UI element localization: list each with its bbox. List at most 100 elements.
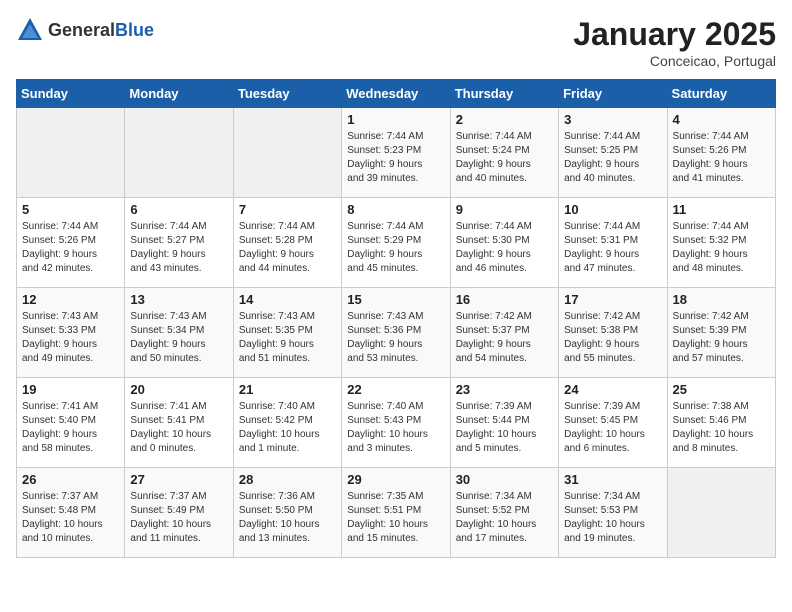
- calendar-cell: 31 Sunrise: 7:34 AM Sunset: 5:53 PM Dayli…: [559, 468, 667, 558]
- day-number: 23: [456, 382, 553, 397]
- header-day-tuesday: Tuesday: [233, 80, 341, 108]
- header-day-friday: Friday: [559, 80, 667, 108]
- day-info: Sunrise: 7:44 AM Sunset: 5:30 PM Dayligh…: [456, 220, 553, 276]
- calendar-cell: 3Sunrise: 7:44 AM Sunset: 5:25 PM Daylig…: [559, 108, 667, 198]
- day-number: 16: [456, 292, 553, 307]
- week-row-2: 5 Sunrise: 7:44 AM Sunset: 5:26 PM Daylig…: [17, 198, 776, 288]
- calendar-cell: 18Sunrise: 7:42 AM Sunset: 5:39 PM Dayli…: [667, 288, 775, 378]
- calendar-cell: 19 Sunrise: 7:41 AM Sunset: 5:40 PM Dayli…: [17, 378, 125, 468]
- header-day-wednesday: Wednesday: [342, 80, 450, 108]
- day-info: Sunrise: 7:40 AM Sunset: 5:42 PM Dayligh…: [239, 400, 336, 456]
- calendar-header: SundayMondayTuesdayWednesdayThursdayFrid…: [17, 80, 776, 108]
- calendar-cell: [125, 108, 233, 198]
- calendar-cell: 5 Sunrise: 7:44 AM Sunset: 5:26 PM Daylig…: [17, 198, 125, 288]
- day-number: 4: [673, 112, 770, 127]
- calendar-table: SundayMondayTuesdayWednesdayThursdayFrid…: [16, 79, 776, 558]
- day-info: Sunrise: 7:44 AM Sunset: 5:24 PM Dayligh…: [456, 130, 553, 186]
- calendar-cell: 14Sunrise: 7:43 AM Sunset: 5:35 PM Dayli…: [233, 288, 341, 378]
- day-info: Sunrise: 7:43 AM Sunset: 5:34 PM Dayligh…: [130, 310, 227, 366]
- calendar-cell: 28 Sunrise: 7:36 AM Sunset: 5:50 PM Dayli…: [233, 468, 341, 558]
- day-info: Sunrise: 7:44 AM Sunset: 5:28 PM Dayligh…: [239, 220, 336, 276]
- week-row-5: 26 Sunrise: 7:37 AM Sunset: 5:48 PM Dayli…: [17, 468, 776, 558]
- logo-text-general: General: [48, 20, 115, 40]
- calendar-title: January 2025: [573, 16, 776, 53]
- calendar-cell: 15 Sunrise: 7:43 AM Sunset: 5:36 PM Dayli…: [342, 288, 450, 378]
- day-number: 22: [347, 382, 444, 397]
- day-number: 3: [564, 112, 661, 127]
- week-row-1: 1 Sunrise: 7:44 AM Sunset: 5:23 PM Daylig…: [17, 108, 776, 198]
- day-info: Sunrise: 7:44 AM Sunset: 5:31 PM Dayligh…: [564, 220, 661, 276]
- day-info: Sunrise: 7:39 AM Sunset: 5:45 PM Dayligh…: [564, 400, 661, 456]
- calendar-body: 1 Sunrise: 7:44 AM Sunset: 5:23 PM Daylig…: [17, 108, 776, 558]
- day-number: 28: [239, 472, 336, 487]
- day-number: 31: [564, 472, 661, 487]
- day-number: 24: [564, 382, 661, 397]
- header-day-monday: Monday: [125, 80, 233, 108]
- day-info: Sunrise: 7:36 AM Sunset: 5:50 PM Dayligh…: [239, 490, 336, 546]
- header-day-sunday: Sunday: [17, 80, 125, 108]
- calendar-cell: [667, 468, 775, 558]
- day-number: 7: [239, 202, 336, 217]
- logo-text-blue: Blue: [115, 20, 154, 40]
- calendar-cell: 25 Sunrise: 7:38 AM Sunset: 5:46 PM Dayli…: [667, 378, 775, 468]
- day-info: Sunrise: 7:42 AM Sunset: 5:38 PM Dayligh…: [564, 310, 661, 366]
- day-number: 6: [130, 202, 227, 217]
- calendar-cell: 12Sunrise: 7:43 AM Sunset: 5:33 PM Dayli…: [17, 288, 125, 378]
- day-number: 11: [673, 202, 770, 217]
- day-number: 10: [564, 202, 661, 217]
- calendar-cell: 21 Sunrise: 7:40 AM Sunset: 5:42 PM Dayli…: [233, 378, 341, 468]
- calendar-cell: 17 Sunrise: 7:42 AM Sunset: 5:38 PM Dayli…: [559, 288, 667, 378]
- calendar-cell: [233, 108, 341, 198]
- day-number: 21: [239, 382, 336, 397]
- day-number: 18: [673, 292, 770, 307]
- day-info: Sunrise: 7:41 AM Sunset: 5:40 PM Dayligh…: [22, 400, 119, 456]
- day-number: 19: [22, 382, 119, 397]
- day-number: 14: [239, 292, 336, 307]
- day-info: Sunrise: 7:38 AM Sunset: 5:46 PM Dayligh…: [673, 400, 770, 456]
- day-number: 15: [347, 292, 444, 307]
- calendar-cell: 20 Sunrise: 7:41 AM Sunset: 5:41 PM Dayli…: [125, 378, 233, 468]
- day-info: Sunrise: 7:44 AM Sunset: 5:26 PM Dayligh…: [22, 220, 119, 276]
- day-info: Sunrise: 7:44 AM Sunset: 5:27 PM Dayligh…: [130, 220, 227, 276]
- calendar-cell: 8 Sunrise: 7:44 AM Sunset: 5:29 PM Daylig…: [342, 198, 450, 288]
- day-info: Sunrise: 7:34 AM Sunset: 5:52 PM Dayligh…: [456, 490, 553, 546]
- day-info: Sunrise: 7:44 AM Sunset: 5:26 PM Dayligh…: [673, 130, 770, 186]
- day-number: 8: [347, 202, 444, 217]
- calendar-cell: 22Sunrise: 7:40 AM Sunset: 5:43 PM Dayli…: [342, 378, 450, 468]
- day-number: 5: [22, 202, 119, 217]
- calendar-cell: 1 Sunrise: 7:44 AM Sunset: 5:23 PM Daylig…: [342, 108, 450, 198]
- page-header: GeneralBlue January 2025 Conceicao, Port…: [16, 16, 776, 69]
- day-info: Sunrise: 7:35 AM Sunset: 5:51 PM Dayligh…: [347, 490, 444, 546]
- calendar-cell: 13 Sunrise: 7:43 AM Sunset: 5:34 PM Dayli…: [125, 288, 233, 378]
- header-row: SundayMondayTuesdayWednesdayThursdayFrid…: [17, 80, 776, 108]
- day-number: 29: [347, 472, 444, 487]
- calendar-cell: 2Sunrise: 7:44 AM Sunset: 5:24 PM Daylig…: [450, 108, 558, 198]
- calendar-cell: 4 Sunrise: 7:44 AM Sunset: 5:26 PM Daylig…: [667, 108, 775, 198]
- day-info: Sunrise: 7:34 AM Sunset: 5:53 PM Dayligh…: [564, 490, 661, 546]
- calendar-cell: 26 Sunrise: 7:37 AM Sunset: 5:48 PM Dayli…: [17, 468, 125, 558]
- calendar-cell: 9Sunrise: 7:44 AM Sunset: 5:30 PM Daylig…: [450, 198, 558, 288]
- day-number: 17: [564, 292, 661, 307]
- day-number: 26: [22, 472, 119, 487]
- header-day-saturday: Saturday: [667, 80, 775, 108]
- week-row-4: 19 Sunrise: 7:41 AM Sunset: 5:40 PM Dayli…: [17, 378, 776, 468]
- calendar-cell: 29 Sunrise: 7:35 AM Sunset: 5:51 PM Dayli…: [342, 468, 450, 558]
- week-row-3: 12Sunrise: 7:43 AM Sunset: 5:33 PM Dayli…: [17, 288, 776, 378]
- calendar-cell: 6 Sunrise: 7:44 AM Sunset: 5:27 PM Daylig…: [125, 198, 233, 288]
- day-number: 1: [347, 112, 444, 127]
- day-info: Sunrise: 7:37 AM Sunset: 5:49 PM Dayligh…: [130, 490, 227, 546]
- day-number: 25: [673, 382, 770, 397]
- day-info: Sunrise: 7:44 AM Sunset: 5:29 PM Dayligh…: [347, 220, 444, 276]
- calendar-cell: 27Sunrise: 7:37 AM Sunset: 5:49 PM Dayli…: [125, 468, 233, 558]
- day-info: Sunrise: 7:43 AM Sunset: 5:36 PM Dayligh…: [347, 310, 444, 366]
- header-day-thursday: Thursday: [450, 80, 558, 108]
- day-info: Sunrise: 7:42 AM Sunset: 5:37 PM Dayligh…: [456, 310, 553, 366]
- title-block: January 2025 Conceicao, Portugal: [573, 16, 776, 69]
- day-info: Sunrise: 7:37 AM Sunset: 5:48 PM Dayligh…: [22, 490, 119, 546]
- calendar-cell: 23Sunrise: 7:39 AM Sunset: 5:44 PM Dayli…: [450, 378, 558, 468]
- calendar-location: Conceicao, Portugal: [573, 53, 776, 69]
- day-number: 20: [130, 382, 227, 397]
- day-info: Sunrise: 7:41 AM Sunset: 5:41 PM Dayligh…: [130, 400, 227, 456]
- day-number: 13: [130, 292, 227, 307]
- day-info: Sunrise: 7:44 AM Sunset: 5:23 PM Dayligh…: [347, 130, 444, 186]
